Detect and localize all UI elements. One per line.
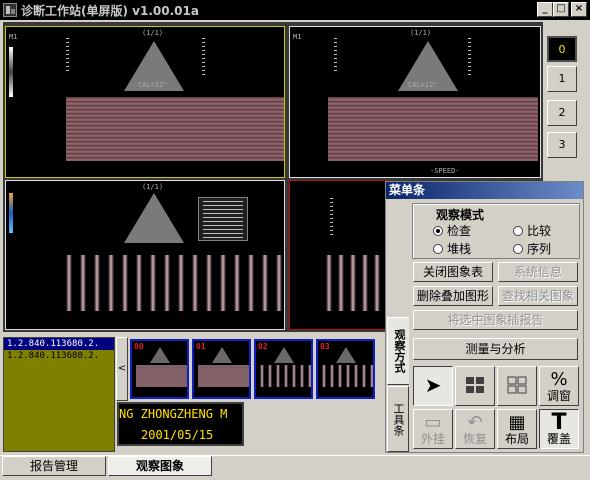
- delete-overlay-button[interactable]: 删除叠加图形: [413, 286, 493, 306]
- tab-report-management[interactable]: 报告管理: [2, 456, 106, 476]
- radio-unchecked-icon: [513, 226, 523, 236]
- annotation-column: [330, 195, 333, 235]
- tab-toolbar[interactable]: 工具条: [387, 386, 409, 452]
- pane-label: (1/1): [142, 183, 164, 191]
- pane-label: (1/1): [142, 29, 164, 37]
- series-item[interactable]: 1.2.840.113680.2.: [4, 350, 114, 362]
- insert-to-report-button[interactable]: 将选中图象插报告: [413, 310, 578, 330]
- external-tool[interactable]: ▭ 外挂: [413, 409, 453, 449]
- grid-layout-icon: [466, 377, 484, 393]
- mode-compare-radio[interactable]: 比较: [513, 222, 551, 239]
- bottom-tab-bar: 报告管理 观察图象: [0, 455, 590, 480]
- radio-checked-icon: [433, 226, 443, 236]
- frame-button-3[interactable]: 3: [547, 132, 577, 158]
- thumbnail-number: 02: [258, 342, 268, 351]
- grid-outline-icon: [507, 376, 527, 394]
- thumbnail[interactable]: 03: [316, 339, 375, 399]
- mode-inspect-radio[interactable]: 检查: [433, 222, 471, 239]
- image-pane-4[interactable]: [289, 180, 389, 330]
- annotation-column: [468, 35, 471, 75]
- close-button[interactable]: ×: [571, 2, 587, 17]
- calibration-label: CAL=12": [408, 81, 438, 89]
- doppler-trace: [326, 255, 386, 311]
- patient-name: NG ZHONGZHENG M: [119, 407, 228, 421]
- gray-scale-bar: [9, 47, 13, 97]
- grid-layout-tool[interactable]: [455, 366, 495, 406]
- thumbnail-strip[interactable]: < 00 01 02 03: [116, 337, 384, 401]
- tab-view-mode[interactable]: 观察方式: [387, 317, 409, 385]
- layout-tool[interactable]: ▦ 布局: [497, 409, 537, 449]
- find-related-images-button[interactable]: 查找相关图象: [498, 286, 578, 306]
- pointer-icon: ➤: [424, 373, 442, 397]
- measure-analysis-button[interactable]: 测量与分析: [413, 338, 578, 360]
- pointer-tool[interactable]: ➤: [413, 366, 453, 406]
- study-date: 2001/05/15: [141, 428, 214, 442]
- layout-label: 布局: [504, 432, 529, 446]
- annotation-column: [334, 37, 337, 71]
- pane-speed-label: -SPEED-: [430, 167, 460, 175]
- pane-corner-label: M1: [293, 33, 302, 41]
- ultrasound-sector: [124, 193, 184, 243]
- menu-panel[interactable]: 菜单条 观察方式 工具条 观察模式 检查 比较 堆栈 序列 关闭图象表 系统信息…: [385, 181, 584, 453]
- grid-outline-tool[interactable]: [497, 366, 537, 406]
- system-info-button[interactable]: 系统信息: [498, 262, 578, 282]
- patient-info: NG ZHONGZHENG M 2001/05/15: [117, 402, 244, 446]
- window-title: 诊断工作站(单屏版) v1.00.01a: [21, 4, 199, 18]
- calibration-label: CAL=12": [138, 81, 168, 89]
- external-label: 外挂: [420, 432, 445, 446]
- image-pane-1[interactable]: (1/1) M1 CAL=12": [5, 26, 285, 178]
- frame-button-0[interactable]: 0: [547, 36, 577, 62]
- tab-view-images[interactable]: 观察图象: [108, 456, 212, 476]
- thumbnail-number: 00: [134, 342, 144, 351]
- thumbnail[interactable]: 01: [192, 339, 251, 399]
- maximize-button[interactable]: □: [553, 2, 569, 17]
- series-list[interactable]: 1.2.840.113680.2. 1.2.840.113680.2.: [3, 337, 115, 452]
- series-item[interactable]: 1.2.840.113680.2.: [4, 338, 114, 350]
- image-pane-2[interactable]: (1/1) M1 CAL=12" -SPEED-: [289, 26, 541, 178]
- doppler-trace: [66, 255, 284, 311]
- window-level-label: 调窗: [546, 389, 571, 403]
- frame-button-2[interactable]: 2: [547, 100, 577, 126]
- view-mode-title: 观察模式: [434, 206, 487, 223]
- close-image-table-button[interactable]: 关闭图象表: [413, 262, 493, 282]
- app-icon: [3, 3, 17, 17]
- annotation-column: [66, 37, 69, 71]
- radio-unchecked-icon: [513, 244, 523, 254]
- mode-stack-radio[interactable]: 堆栈: [433, 240, 471, 257]
- title-bar[interactable]: 诊断工作站(单屏版) v1.00.01a _ □ ×: [0, 0, 590, 20]
- radio-unchecked-icon: [433, 244, 443, 254]
- image-pane-3[interactable]: (1/1): [5, 180, 285, 330]
- restore-label: 恢复: [462, 432, 487, 446]
- frame-button-1[interactable]: 1: [547, 66, 577, 92]
- mode-sequence-radio[interactable]: 序列: [513, 240, 551, 257]
- m-mode-trace: [328, 97, 538, 161]
- thumbnail[interactable]: 00: [130, 339, 189, 399]
- menu-panel-title[interactable]: 菜单条: [386, 182, 583, 199]
- thumbnail-number: 03: [320, 342, 330, 351]
- m-mode-trace: [66, 97, 284, 161]
- view-mode-group: 观察模式 检查 比较 堆栈 序列: [412, 203, 580, 259]
- minimize-button[interactable]: _: [537, 2, 553, 17]
- color-scale-bar: [9, 193, 13, 233]
- thumbnail-number: 01: [196, 342, 206, 351]
- parameter-box: [198, 197, 248, 241]
- thumbnail[interactable]: 02: [254, 339, 313, 399]
- window-level-tool[interactable]: % 调窗: [539, 366, 579, 406]
- pane-corner-label: M1: [9, 33, 18, 41]
- pane-label: (1/1): [410, 29, 432, 37]
- overlay-tool[interactable]: T 覆盖: [539, 409, 579, 449]
- scroll-left-button[interactable]: <: [116, 337, 128, 401]
- annotation-column: [202, 35, 205, 75]
- menu-body: 观察模式 检查 比较 堆栈 序列 关闭图象表 系统信息 删除叠加图形 查找相关图…: [409, 201, 583, 452]
- restore-tool[interactable]: ↶ 恢复: [455, 409, 495, 449]
- overlay-label: 覆盖: [546, 432, 571, 446]
